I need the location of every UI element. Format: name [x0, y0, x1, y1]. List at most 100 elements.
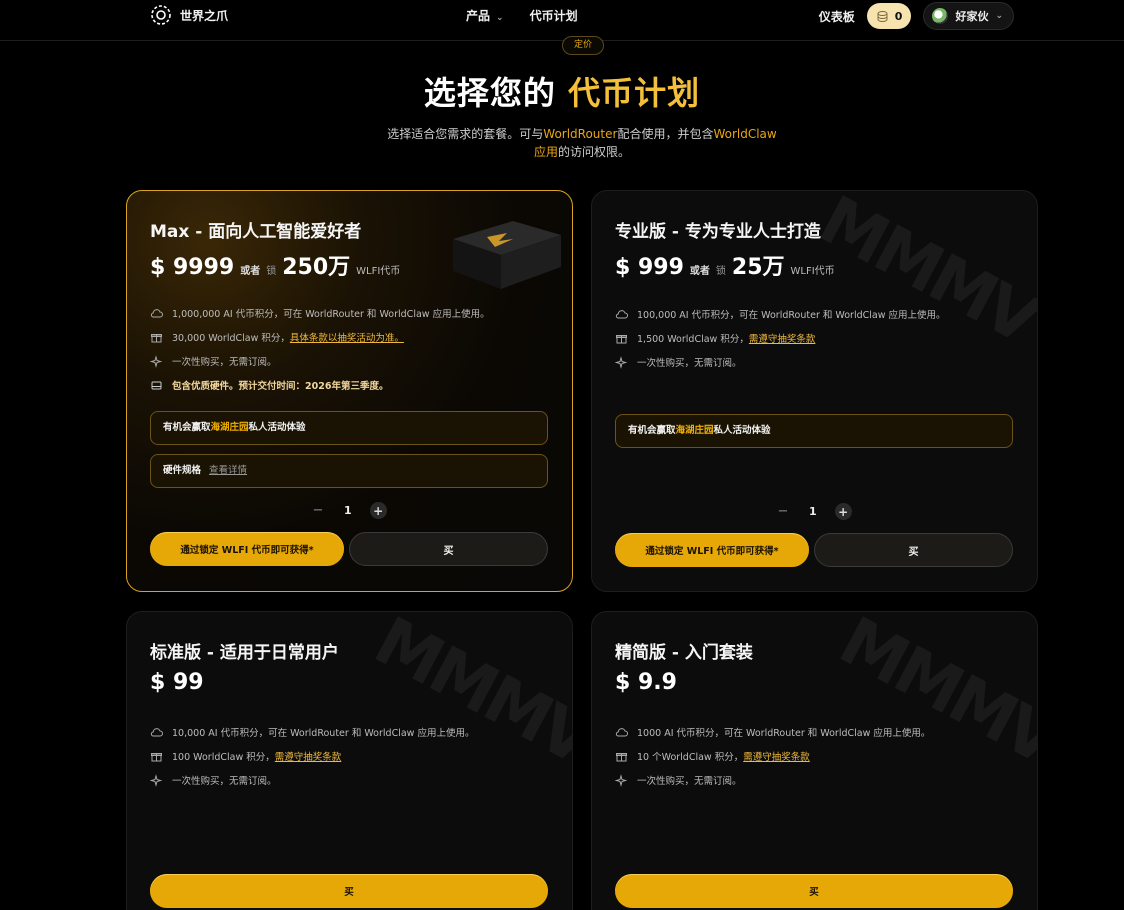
- feature-text: 一次性购买，无需订阅。: [172, 357, 277, 368]
- estate-name: 海湖庄园: [210, 422, 249, 433]
- lock-label: 锁: [266, 266, 277, 277]
- terms-link[interactable]: 具体条款以抽奖活动为准。: [290, 333, 404, 344]
- plus-icon[interactable]: +: [369, 502, 387, 519]
- nav-products[interactable]: 产品 ⌄: [466, 7, 504, 24]
- feature-item: 一次性购买，无需订阅。: [615, 768, 930, 792]
- plan-title: 标准版 - 适用于日常用户: [150, 643, 339, 663]
- terms-link[interactable]: 需遵守抽奖条款: [743, 752, 810, 763]
- estate-text-a: 有机会赢取: [628, 425, 676, 436]
- subtitle-worldrouter: WorldRouter: [543, 127, 618, 141]
- feature-text: 一次性购买，无需订阅。: [637, 776, 742, 787]
- feature-item: 1000 AI 代币积分，可在 WorldRouter 和 WorldClaw …: [615, 720, 930, 744]
- feature-text: 1,500 WorldClaw 积分，需遵守抽奖条款: [637, 331, 815, 345]
- feature-item: 一次性购买，无需订阅。: [150, 349, 490, 373]
- lock-wlfi-button[interactable]: 通过锁定 WLFI 代币即可获得*: [615, 533, 809, 567]
- lock-wlfi-button[interactable]: 通过锁定 WLFI 代币即可获得*: [150, 532, 344, 566]
- nav-right: 仪表板 0 好家伙 ⌄: [819, 2, 1014, 30]
- logo-icon: [151, 5, 171, 25]
- user-menu[interactable]: 好家伙 ⌄: [923, 2, 1014, 30]
- cloud-icon: [615, 308, 628, 321]
- feature-item: 1,500 WorldClaw 积分，需遵守抽奖条款: [615, 326, 946, 350]
- feature-item: 一次性购买，无需订阅。: [150, 768, 474, 792]
- quantity-stepper: − 1 +: [775, 503, 852, 520]
- main-nav: 产品 ⌄ 代币计划: [466, 7, 578, 24]
- feature-item: 1,000,000 AI 代币积分，可在 WorldRouter 和 World…: [150, 301, 490, 325]
- sparkles-icon: [615, 355, 628, 369]
- coins-icon: [877, 10, 888, 22]
- page-title: 选择您的 代币计划: [0, 68, 1124, 114]
- coin-balance: 0: [894, 9, 903, 23]
- feature-text: 1000 AI 代币积分，可在 WorldRouter 和 WorldClaw …: [637, 728, 931, 739]
- lock-amount: 25万: [731, 255, 785, 280]
- feature-item: 100 WorldClaw 积分，需遵守抽奖条款: [150, 744, 474, 768]
- feature-text: 一次性购买，无需订阅。: [637, 358, 742, 369]
- top-navbar: 世界之爪 产品 ⌄ 代币计划 仪表板 0 好家伙 ⌄: [0, 0, 1124, 41]
- buy-button[interactable]: 买: [150, 874, 548, 908]
- chevron-down-icon: ⌄: [496, 13, 504, 23]
- feature-text-part: 30,000 WorldClaw 积分，: [172, 333, 290, 344]
- estate-text-a: 有机会赢取: [163, 422, 211, 433]
- feature-text: 一次性购买，无需订阅。: [172, 776, 277, 787]
- price-row: $ 9999 或者 锁 250万 WLFI代币: [150, 249, 400, 281]
- terms-link[interactable]: 需遵守抽奖条款: [275, 752, 342, 763]
- estate-experience-box: 有机会赢取海湖庄园私人活动体验: [150, 411, 548, 445]
- minus-icon[interactable]: −: [310, 503, 326, 518]
- page-subtitle: 选择适合您需求的套餐。可与WorldRouter配合使用，并包含WorldCla…: [372, 125, 792, 161]
- nav-coin-plans[interactable]: 代币计划: [530, 7, 578, 24]
- plan-title: Max - 面向人工智能爱好者: [150, 222, 362, 242]
- feature-item: 30,000 WorldClaw 积分，具体条款以抽奖活动为准。: [150, 325, 490, 349]
- coin-balance-button[interactable]: 0: [866, 3, 912, 29]
- feature-text: 10,000 AI 代币积分，可在 WorldRouter 和 WorldCla…: [172, 728, 475, 739]
- feature-text-part: 1,500 WorldClaw 积分，: [637, 334, 749, 345]
- plan-title: 专业版 - 专为专业人士打造: [615, 222, 821, 242]
- estate-experience-box: 有机会赢取海湖庄园私人活动体验: [615, 414, 1013, 448]
- gift-icon: [150, 750, 163, 763]
- hardware-spec-label: 硬件规格: [163, 465, 202, 476]
- or-label: 或者: [240, 266, 261, 277]
- price-row: $ 9.9: [615, 670, 677, 695]
- page-title-main: 选择您的: [423, 74, 556, 112]
- estate-text-b: 私人活动体验: [713, 425, 771, 436]
- hardware-device-image: [453, 221, 561, 289]
- feature-list: 10,000 AI 代币积分，可在 WorldRouter 和 WorldCla…: [150, 720, 474, 792]
- feature-item: 10 个WorldClaw 积分，需遵守抽奖条款: [615, 744, 930, 768]
- feature-text: 10 个WorldClaw 积分，需遵守抽奖条款: [637, 749, 810, 763]
- lock-label: 锁: [715, 266, 726, 277]
- buy-button[interactable]: 买: [615, 874, 1013, 908]
- quantity-value: 1: [809, 505, 817, 518]
- gift-icon: [150, 331, 163, 344]
- or-label: 或者: [689, 266, 710, 277]
- dashboard-link[interactable]: 仪表板: [819, 8, 855, 25]
- brand-link[interactable]: 世界之爪: [150, 4, 228, 26]
- feature-text-part: 100 WorldClaw 积分，: [172, 752, 275, 763]
- pricing-badge: 定价: [562, 36, 605, 55]
- feature-text: 100 WorldClaw 积分，需遵守抽奖条款: [172, 749, 341, 763]
- cloud-icon: [150, 307, 163, 320]
- hardware-spec-box: 硬件规格 查看详情: [150, 454, 548, 488]
- plan-price: $ 9.9: [615, 670, 677, 695]
- terms-link[interactable]: 需遵守抽奖条款: [749, 334, 816, 345]
- plan-card-max: Max - 面向人工智能爱好者 $ 9999 或者 锁 250万 WLFI代币 …: [126, 190, 573, 592]
- feature-item: 10,000 AI 代币积分，可在 WorldRouter 和 WorldCla…: [150, 720, 474, 744]
- avatar: [932, 8, 949, 24]
- buy-button[interactable]: 买: [349, 532, 548, 566]
- plus-icon[interactable]: +: [834, 503, 852, 520]
- quantity-value: 1: [344, 504, 352, 517]
- feature-item: 一次性购买，无需订阅。: [615, 350, 946, 374]
- plan-card-lite: MMMV 精简版 - 入门套装 $ 9.9 1000 AI 代币积分，可在 Wo…: [591, 611, 1038, 910]
- minus-icon[interactable]: −: [775, 504, 791, 519]
- plan-price: $ 9999: [150, 255, 235, 280]
- plan-card-standard: MMMV 标准版 - 适用于日常用户 $ 99 10,000 AI 代币积分，可…: [126, 611, 573, 910]
- feature-text: 30,000 WorldClaw 积分，具体条款以抽奖活动为准。: [172, 330, 404, 344]
- subtitle-part-3: 的访问权限。: [558, 145, 631, 159]
- cloud-icon: [615, 726, 628, 739]
- plan-price: $ 999: [615, 255, 684, 280]
- hardware-icon: [150, 379, 163, 392]
- feature-list: 1,000,000 AI 代币积分，可在 WorldRouter 和 World…: [150, 301, 490, 397]
- sparkles-icon: [615, 773, 628, 787]
- feature-list: 1000 AI 代币积分，可在 WorldRouter 和 WorldClaw …: [615, 720, 930, 792]
- buy-button[interactable]: 买: [814, 533, 1013, 567]
- gift-icon: [615, 750, 628, 763]
- feature-text: 100,000 AI 代币积分，可在 WorldRouter 和 WorldCl…: [637, 310, 946, 321]
- view-details-link[interactable]: 查看详情: [209, 465, 247, 476]
